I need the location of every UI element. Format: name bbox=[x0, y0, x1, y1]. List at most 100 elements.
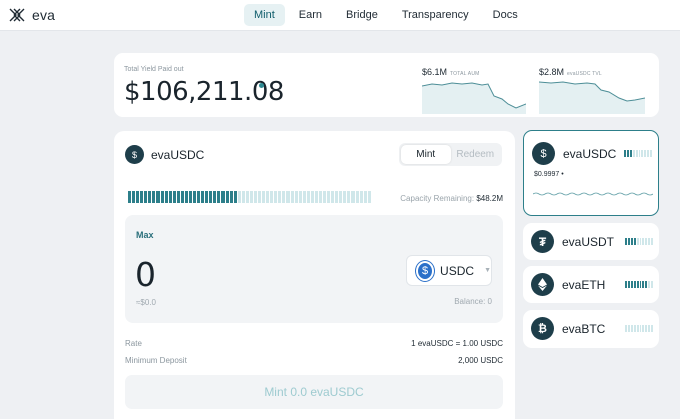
capacity-segment bbox=[160, 191, 164, 203]
capacity-bar bbox=[128, 191, 371, 203]
capacity-segment bbox=[213, 191, 217, 203]
vault-fill-segment bbox=[636, 325, 639, 332]
capacity-segment bbox=[245, 191, 249, 203]
vault-fill-segment bbox=[630, 325, 633, 332]
capacity-segment bbox=[306, 191, 310, 203]
vault-fill-segment bbox=[627, 325, 630, 332]
vault-fill-segment bbox=[642, 281, 645, 288]
capacity-segment bbox=[355, 191, 359, 203]
nav-earn[interactable]: Earn bbox=[289, 4, 332, 26]
nav-menu: Mint Earn Bridge Transparency Docs bbox=[244, 4, 532, 26]
vault-fill-bar bbox=[624, 150, 653, 157]
vault-fill-segment bbox=[650, 150, 653, 157]
capacity-segment bbox=[237, 191, 241, 203]
yield-value: $106,211.08 bbox=[124, 77, 284, 107]
capacity-segment bbox=[347, 191, 351, 203]
vault-fill-segment bbox=[641, 150, 644, 157]
capacity-segment bbox=[136, 191, 140, 203]
capacity-segment bbox=[343, 191, 347, 203]
logo[interactable]: eva bbox=[8, 7, 55, 23]
capacity-segment bbox=[168, 191, 172, 203]
bitcoin-icon: ₿ bbox=[531, 317, 554, 340]
vault-fill-bar bbox=[625, 325, 654, 332]
nav-mint[interactable]: Mint bbox=[244, 4, 285, 26]
capacity-segment bbox=[249, 191, 253, 203]
vault-fill-segment bbox=[633, 325, 636, 332]
tvl-stat: $2.8M evaUSDC TVL bbox=[539, 62, 645, 114]
min-deposit-label: Minimum Deposit bbox=[125, 356, 187, 365]
aum-sparkline bbox=[422, 82, 526, 114]
dollar-icon: $ bbox=[125, 145, 144, 164]
vault-fill-segment bbox=[625, 281, 627, 288]
capacity-segment bbox=[225, 191, 229, 203]
vault-fill-segment bbox=[632, 150, 635, 157]
top-nav: eva Mint Earn Bridge Transparency Docs bbox=[0, 0, 680, 31]
vault-fill-segment bbox=[645, 238, 648, 245]
capacity-segment bbox=[233, 191, 237, 203]
capacity-segment bbox=[152, 191, 156, 203]
capacity-segment bbox=[286, 191, 290, 203]
vault-card-evaeth[interactable]: evaETH bbox=[523, 266, 659, 303]
vault-fill-segment bbox=[645, 281, 648, 288]
capacity-segment bbox=[180, 191, 184, 203]
mint-card: $ evaUSDC Mint Redeem Capacity Remaining… bbox=[114, 131, 515, 419]
capacity-segment bbox=[144, 191, 148, 203]
capacity-value: $48.2M bbox=[476, 194, 503, 203]
dollar-icon: $ bbox=[532, 142, 555, 165]
vault-header: ₮ evaUSDT bbox=[531, 230, 614, 253]
asset-select[interactable]: $ USDC ▼ bbox=[406, 255, 492, 286]
capacity-segment bbox=[262, 191, 266, 203]
vault-fill-segment bbox=[627, 281, 630, 288]
tab-mint[interactable]: Mint bbox=[401, 145, 451, 164]
vault-fill-segment bbox=[639, 238, 642, 245]
nav-docs[interactable]: Docs bbox=[483, 4, 528, 26]
capacity-segment bbox=[258, 191, 262, 203]
amount-input[interactable]: 0 bbox=[135, 255, 156, 294]
capacity-text: Capacity Remaining: $48.2M bbox=[400, 194, 503, 203]
vault-name: evaUSDC bbox=[563, 146, 617, 161]
vault-fill-segment bbox=[644, 150, 647, 157]
vault-fill-segment bbox=[636, 281, 639, 288]
vault-fill-segment bbox=[624, 150, 626, 157]
usdc-icon: $ bbox=[416, 260, 435, 281]
capacity-segment bbox=[327, 191, 331, 203]
capacity-segment bbox=[302, 191, 306, 203]
capacity-segment bbox=[188, 191, 192, 203]
capacity-segment bbox=[351, 191, 355, 203]
vault-fill-segment bbox=[642, 238, 645, 245]
brand-name: eva bbox=[32, 7, 56, 23]
vault-price: $0.9997 • bbox=[534, 171, 564, 178]
vault-header: $ evaUSDC bbox=[532, 142, 616, 165]
capacity-segment bbox=[363, 191, 367, 203]
mint-button[interactable]: Mint 0.0 evaUSDC bbox=[125, 375, 503, 409]
eva-logo-icon bbox=[9, 8, 25, 22]
capacity-segment bbox=[184, 191, 188, 203]
tether-icon: ₮ bbox=[531, 230, 554, 253]
vault-fill-segment bbox=[651, 281, 654, 288]
tab-redeem[interactable]: Redeem bbox=[451, 145, 501, 164]
vault-fill-segment bbox=[642, 325, 645, 332]
max-button[interactable]: Max bbox=[136, 230, 154, 240]
capacity-segment bbox=[318, 191, 322, 203]
vault-fill-segment bbox=[645, 325, 648, 332]
vault-card-evabtc[interactable]: ₿ evaBTC bbox=[523, 310, 659, 348]
vault-fill-segment bbox=[648, 325, 651, 332]
token-name: evaUSDC bbox=[151, 147, 205, 162]
capacity-segment bbox=[229, 191, 233, 203]
capacity-segment bbox=[193, 191, 197, 203]
vault-fill-segment bbox=[639, 325, 642, 332]
capacity-segment bbox=[205, 191, 209, 203]
capacity-segment bbox=[241, 191, 245, 203]
price-sparkline bbox=[533, 192, 653, 196]
vault-card-evausdc[interactable]: $ evaUSDC $0.9997 • bbox=[523, 130, 659, 216]
capacity-segment bbox=[367, 191, 371, 203]
vault-name: evaBTC bbox=[562, 321, 606, 336]
nav-bridge[interactable]: Bridge bbox=[336, 4, 388, 26]
vault-fill-segment bbox=[625, 238, 627, 245]
capacity-segment bbox=[323, 191, 327, 203]
mint-redeem-tabs: Mint Redeem bbox=[399, 143, 502, 166]
vault-fill-segment bbox=[651, 325, 654, 332]
nav-transparency[interactable]: Transparency bbox=[392, 4, 479, 26]
capacity-segment bbox=[294, 191, 298, 203]
vault-card-evausdt[interactable]: ₮ evaUSDT bbox=[523, 223, 659, 260]
